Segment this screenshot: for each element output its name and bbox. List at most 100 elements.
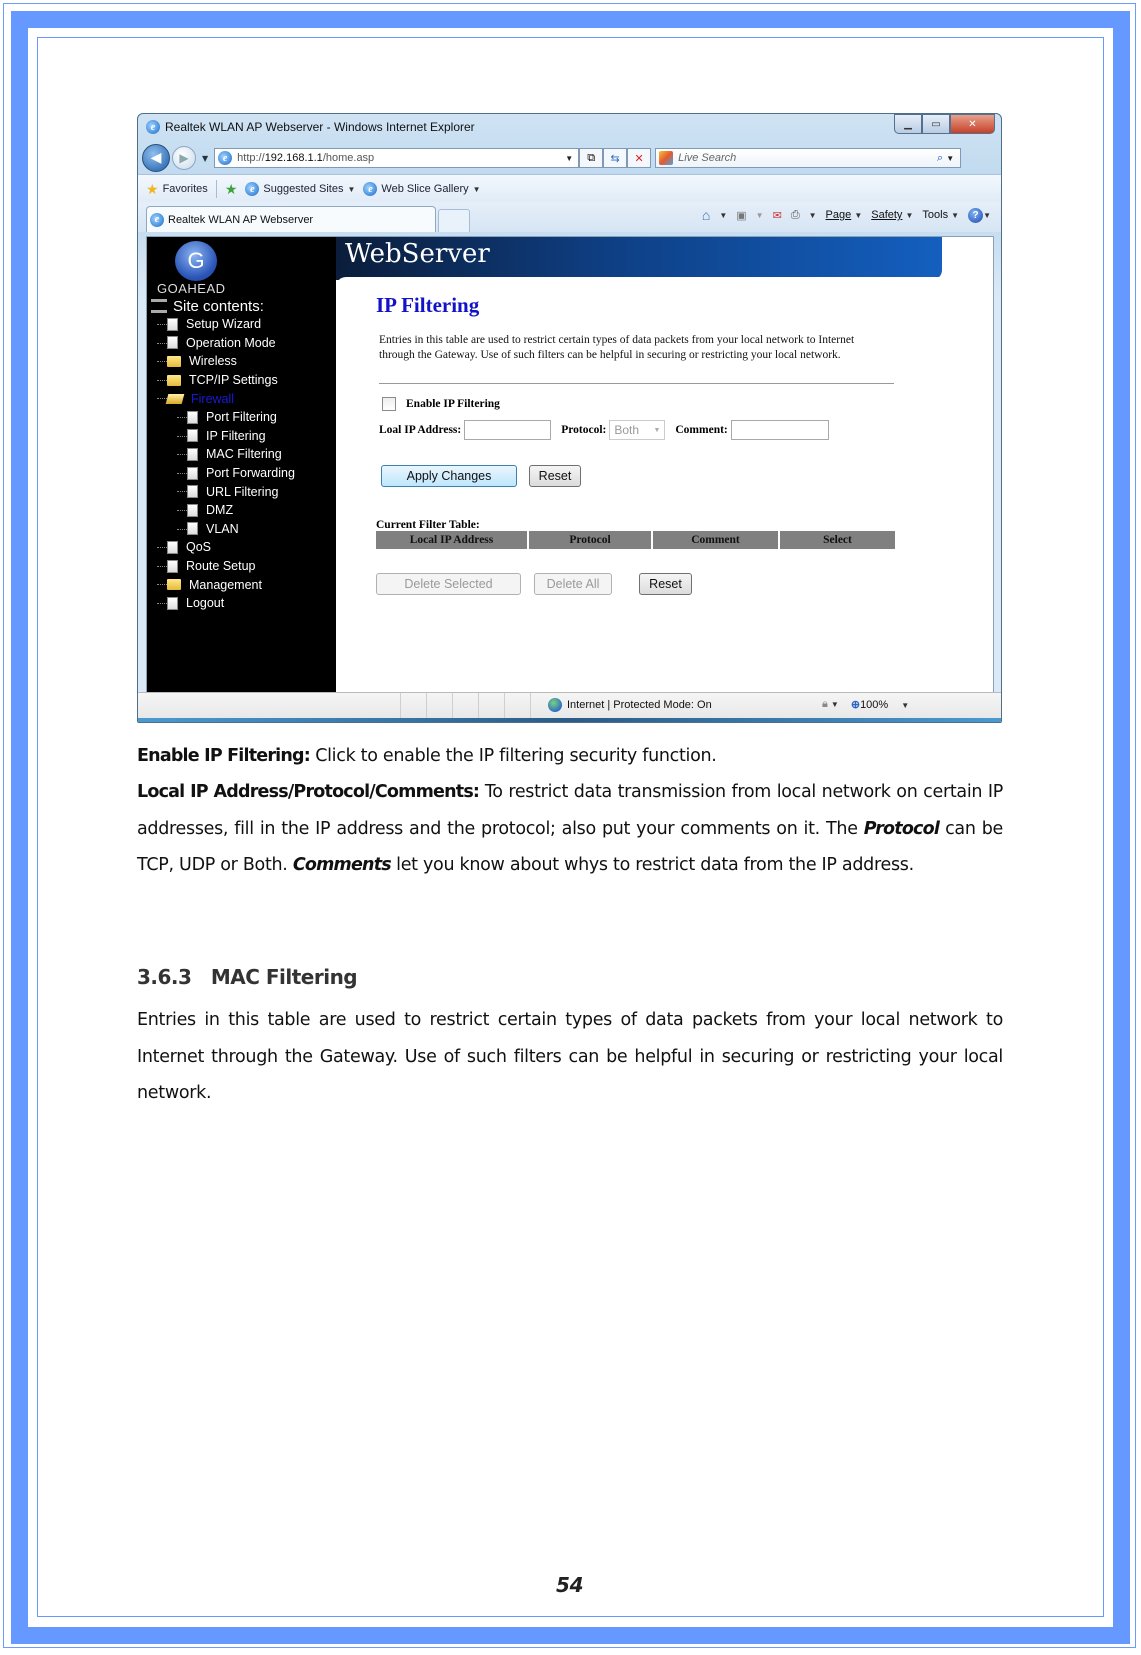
sidebar-item-dmz[interactable]: DMZ	[151, 501, 295, 520]
suggested-sites-label: Suggested Sites	[263, 183, 344, 195]
address-bar[interactable]: e http://192.168.1.1/home.asp ▼	[214, 148, 580, 168]
close-window-button[interactable]: ✕	[950, 114, 995, 134]
protected-mode-icon[interactable]: 🔒︎ ▼	[822, 698, 839, 711]
sidebar-item-label: Route Setup	[186, 559, 256, 574]
page-menu[interactable]: Page ▼	[826, 209, 863, 221]
term-comments: Comments	[292, 855, 392, 875]
definition-text: Click to enable the IP filtering securit…	[309, 746, 717, 766]
new-tab-button[interactable]	[438, 209, 470, 232]
home-dropdown-icon[interactable]: ▼	[719, 211, 727, 220]
security-zone[interactable]: Internet | Protected Mode: On	[548, 698, 712, 712]
search-placeholder: Live Search	[678, 152, 737, 164]
help-icon: ?	[968, 207, 984, 223]
sidebar-item-mac-filtering[interactable]: MAC Filtering	[151, 445, 295, 464]
compatibility-view-button[interactable]: ⧉	[579, 148, 604, 168]
zoom-control[interactable]: ⊕100% ▼	[851, 698, 909, 711]
favorites-label: Favorites	[162, 183, 208, 195]
sidebar-item-setup-wizard[interactable]: Setup Wizard	[151, 315, 295, 334]
sidebar-item-url-filtering[interactable]: URL Filtering	[151, 482, 295, 501]
stop-button[interactable]: ✕	[627, 148, 652, 168]
sidebar-item-firewall[interactable]: Firewall	[151, 389, 295, 408]
tree-connector	[157, 361, 167, 363]
apply-changes-button[interactable]: Apply Changes	[381, 465, 517, 487]
safety-menu[interactable]: Safety ▼	[871, 209, 913, 221]
mail-icon[interactable]: ✉	[773, 209, 782, 222]
forward-button[interactable]: ▶	[172, 146, 196, 170]
sidebar-item-management[interactable]: Management	[151, 575, 295, 594]
sidebar-item-tcp-ip-settings[interactable]: TCP/IP Settings	[151, 371, 295, 390]
suggested-sites-link[interactable]: e Suggested Sites ▼	[245, 182, 355, 196]
local-ip-input[interactable]	[464, 420, 552, 440]
protocol-selected-value: Both	[614, 423, 640, 437]
sidebar-item-label: Firewall	[191, 391, 235, 406]
address-prefix: http://	[237, 152, 265, 164]
favorites-button[interactable]: ★ Favorites	[146, 181, 208, 198]
document-icon	[187, 503, 198, 517]
page-viewport: G GoAhead Site contents: Setup Wizard Ope…	[146, 236, 994, 693]
feeds-icon[interactable]: ▣	[736, 209, 746, 222]
sidebar-item-vlan[interactable]: VLAN	[151, 520, 295, 539]
print-icon[interactable]: ⎙	[791, 209, 800, 222]
document-icon	[187, 447, 198, 461]
sidebar-item-label: MAC Filtering	[206, 447, 282, 462]
tree-connector	[157, 565, 167, 567]
definition-text: let you know about whys to restrict data…	[390, 855, 914, 875]
feeds-dropdown-icon[interactable]: ▼	[756, 211, 764, 220]
back-button[interactable]: ◀	[142, 144, 170, 172]
search-box[interactable]: Live Search ⌕ ▼	[655, 148, 962, 168]
sidebar-item-operation-mode[interactable]: Operation Mode	[151, 334, 295, 353]
ie-icon: e	[363, 182, 378, 196]
sidebar-item-logout[interactable]: Logout	[151, 594, 295, 613]
tools-menu[interactable]: Tools ▼	[922, 209, 959, 221]
star-icon: ★	[146, 180, 159, 197]
sidebar-item-qos[interactable]: QoS	[151, 538, 295, 557]
delete-all-button[interactable]: Delete All	[534, 573, 612, 595]
page-title: IP Filtering	[376, 293, 480, 317]
minimize-button[interactable]: ▁	[894, 114, 922, 134]
refresh-button[interactable]: ⇆	[603, 148, 628, 168]
tree-connector	[177, 454, 187, 456]
chevron-down-icon: ▼	[347, 184, 356, 194]
browser-tab[interactable]: e Realtek WLAN AP Webserver	[146, 206, 436, 232]
tree-connector	[157, 547, 167, 549]
webserver-banner: WebServer	[336, 237, 942, 280]
home-icon[interactable]: ⌂	[702, 207, 710, 223]
address-dropdown-icon[interactable]: ▼	[565, 154, 573, 163]
table-reset-button[interactable]: Reset	[639, 573, 692, 595]
tree-connector	[157, 342, 167, 344]
divider	[379, 383, 894, 384]
tree-connector	[177, 491, 187, 493]
comment-label: Comment:	[675, 424, 728, 436]
help-menu[interactable]: ? ▼	[968, 207, 991, 223]
address-path: /home.asp	[322, 152, 375, 164]
window-bottom-edge	[138, 718, 1001, 722]
history-dropdown-icon[interactable]: ▼	[202, 154, 208, 163]
sidebar-item-port-forwarding[interactable]: Port Forwarding	[151, 464, 295, 483]
comment-input[interactable]	[730, 420, 829, 440]
col-select: Select	[780, 531, 895, 549]
reset-button[interactable]: Reset	[529, 465, 581, 487]
sidebar-item-wireless[interactable]: Wireless	[151, 352, 295, 371]
site-contents-label: Site contents:	[173, 297, 264, 315]
tree-root-icon	[151, 299, 167, 313]
filter-input-row: Loal IP Address: Protocol: Both ▼ Commen…	[379, 420, 829, 440]
protocol-select[interactable]: Both ▼	[609, 420, 666, 440]
tree-connector	[157, 324, 167, 325]
print-dropdown-icon[interactable]: ▼	[809, 211, 817, 220]
sidebar-item-port-filtering[interactable]: Port Filtering	[151, 408, 295, 427]
maximize-button[interactable]: ▭	[922, 114, 950, 134]
tab-title: Realtek WLAN AP Webserver	[168, 213, 314, 226]
add-favorites-button[interactable]: ★	[225, 181, 238, 198]
sidebar-item-label: IP Filtering	[206, 428, 266, 443]
favorites-bar: ★ Favorites ★ e Suggested Sites ▼ e Web …	[138, 174, 1001, 203]
sidebar-item-ip-filtering[interactable]: IP Filtering	[151, 427, 295, 446]
chevron-down-icon: ▼	[653, 426, 661, 434]
search-icon[interactable]: ⌕ ▼	[937, 152, 954, 165]
add-favorite-icon: ★	[224, 180, 238, 197]
browser-screenshot: e Realtek WLAN AP Webserver - Windows In…	[137, 113, 1002, 723]
web-slice-gallery-link[interactable]: e Web Slice Gallery ▼	[363, 182, 481, 196]
delete-selected-button[interactable]: Delete Selected	[376, 573, 521, 595]
navigation-bar: ◀ ▶ ▼ e http://192.168.1.1/home.asp ▼ ⧉ …	[142, 144, 997, 172]
enable-ip-filtering-checkbox[interactable]	[382, 397, 396, 411]
sidebar-item-route-setup[interactable]: Route Setup	[151, 557, 295, 576]
